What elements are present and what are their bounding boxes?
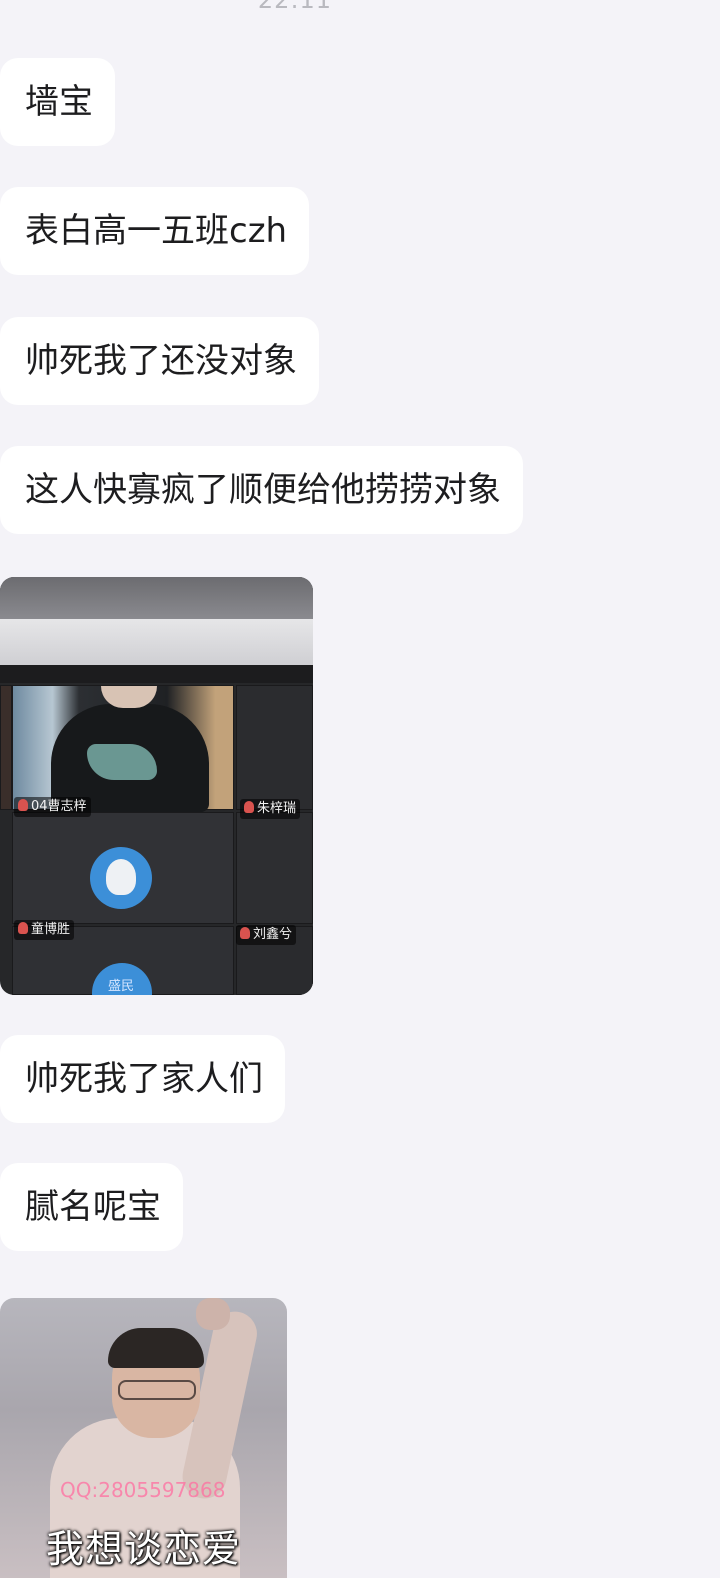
participant-name: 朱梓瑞 bbox=[240, 799, 301, 819]
participant-name-text: 盛民 bbox=[108, 979, 135, 994]
message-bubble[interactable]: 帅死我了家人们 bbox=[0, 1035, 285, 1123]
message-bubble[interactable]: 帅死我了还没对象 bbox=[0, 317, 319, 405]
video-tile-main bbox=[12, 685, 234, 812]
video-tile bbox=[236, 812, 313, 924]
participant-name: 童博胜 bbox=[14, 920, 75, 940]
mic-muted-icon bbox=[18, 799, 28, 811]
meme-glasses bbox=[118, 1380, 196, 1400]
mic-muted-icon bbox=[244, 801, 254, 813]
meme-caption: 我想谈恋爱 bbox=[45, 1527, 241, 1571]
status-time: 22:11 bbox=[257, 0, 333, 14]
participant-name-text: 童博胜 bbox=[31, 922, 71, 937]
video-tile bbox=[236, 685, 313, 810]
message-text: 表白高一五班czh bbox=[25, 211, 288, 251]
message-bubble[interactable]: 表白高一五班czh bbox=[0, 187, 310, 275]
photo-wall bbox=[0, 577, 313, 619]
screen-top bbox=[0, 665, 313, 683]
avatar bbox=[90, 847, 152, 909]
image-message-meme[interactable]: QQ:2805597868 我想谈恋爱 bbox=[0, 1298, 287, 1578]
message-text: 这人快寡疯了顺便给他捞捞对象 bbox=[25, 470, 501, 510]
message-bubble[interactable]: 腻名呢宝 bbox=[0, 1163, 183, 1251]
participant-name: 04曹志梓 bbox=[14, 797, 91, 817]
message-text: 腻名呢宝 bbox=[25, 1187, 161, 1227]
monitor-bezel bbox=[0, 619, 313, 665]
participant-name-text: 朱梓瑞 bbox=[257, 801, 297, 816]
video-tile bbox=[0, 685, 12, 810]
meme-hair bbox=[108, 1328, 204, 1368]
mic-muted-icon bbox=[240, 927, 250, 939]
message-bubble[interactable]: 墙宝 bbox=[0, 58, 115, 146]
message-text: 帅死我了家人们 bbox=[25, 1059, 263, 1099]
participant-name: 刘鑫兮 bbox=[236, 925, 297, 945]
participant-name: 盛民 bbox=[104, 977, 138, 995]
participant-name-text: 刘鑫兮 bbox=[253, 927, 293, 942]
mic-muted-icon bbox=[18, 922, 28, 934]
participant-name-text: 04曹志梓 bbox=[31, 799, 87, 814]
message-text: 帅死我了还没对象 bbox=[25, 341, 297, 381]
message-text: 墙宝 bbox=[25, 82, 93, 122]
hoodie-print bbox=[87, 744, 157, 780]
meme-watermark: QQ:2805597868 bbox=[60, 1478, 226, 1502]
meme-fist bbox=[196, 1298, 230, 1330]
image-message-video-call[interactable]: 04曹志梓 朱梓瑞 童博胜 刘鑫兮 盛民 bbox=[0, 577, 313, 995]
message-bubble[interactable]: 这人快寡疯了顺便给他捞捞对象 bbox=[0, 446, 523, 534]
